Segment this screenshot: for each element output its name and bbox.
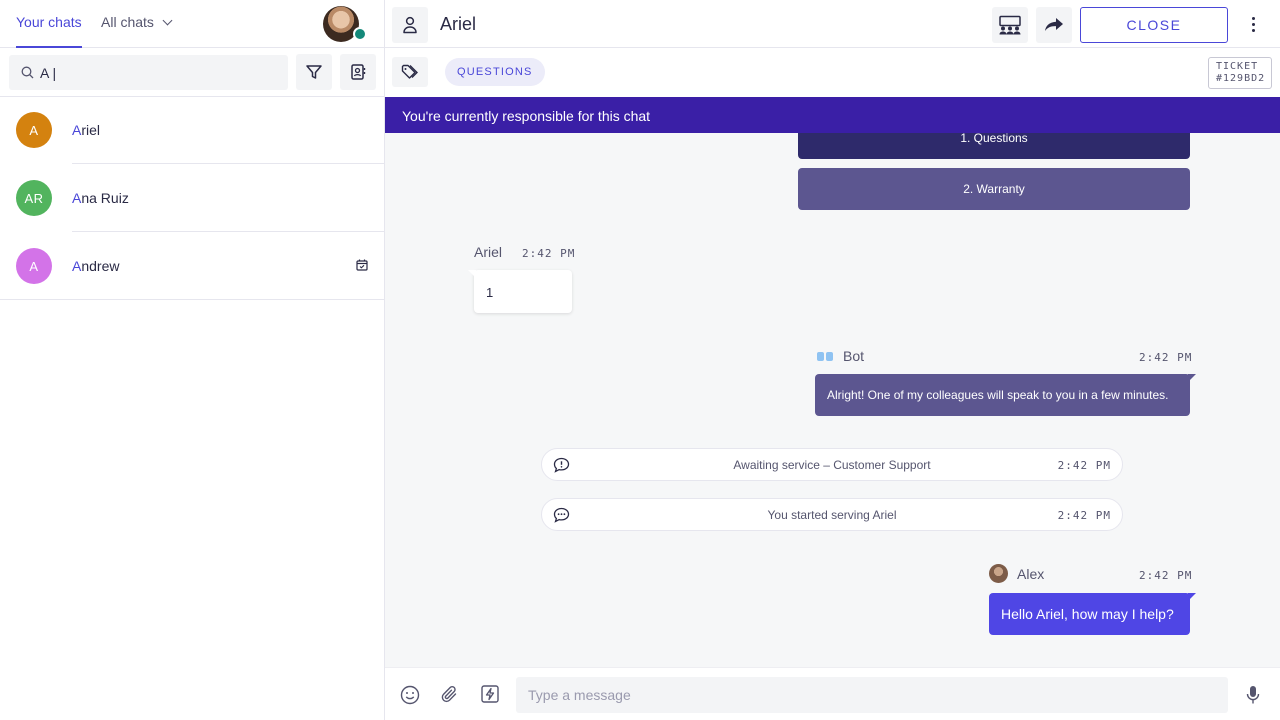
message-composer	[385, 667, 1280, 720]
filter-icon	[306, 65, 322, 79]
message-time: 2:42 PM	[1139, 351, 1193, 364]
ticket-id: #129BD2	[1216, 73, 1266, 84]
tab-all-chats[interactable]: All chats	[101, 14, 173, 30]
emoji-icon[interactable]	[400, 685, 420, 705]
system-event-text: You started serving Ariel	[767, 507, 897, 522]
bot-avatar	[817, 350, 835, 362]
online-status-indicator	[353, 27, 367, 41]
system-event-text: Awaiting service – Customer Support	[733, 457, 931, 472]
tab-your-chats[interactable]: Your chats	[16, 14, 82, 48]
person-icon	[403, 16, 417, 34]
calendar-check-icon	[356, 259, 368, 271]
system-event-time: 2:42 PM	[1057, 509, 1111, 522]
quick-replies-icon[interactable]	[481, 685, 499, 703]
team-transfer-icon	[999, 15, 1021, 35]
message-text: 1	[486, 285, 494, 300]
search-box[interactable]	[9, 55, 288, 90]
filter-button[interactable]	[296, 54, 332, 90]
tag-chip[interactable]: QUESTIONS	[445, 58, 545, 86]
contact-name: Ana Ruiz	[72, 190, 129, 206]
chat-tabs: Your chats All chats	[0, 0, 384, 48]
customer-message-bubble: 1	[468, 270, 572, 313]
search-input[interactable]	[40, 64, 270, 81]
agent-name: Alex	[1017, 566, 1045, 582]
ticket-label: TICKET	[1216, 61, 1259, 72]
tab-your-chats-label: Your chats	[16, 14, 82, 30]
conversation-title: Ariel	[440, 14, 477, 34]
system-event: Awaiting service – Customer Support 2:42…	[541, 448, 1123, 481]
responsibility-banner: You're currently responsible for this ch…	[385, 97, 1280, 133]
message-time: 2:42 PM	[1139, 569, 1193, 582]
customer-name: Ariel	[474, 244, 503, 260]
sidebar: Your chats All chats A Ariel AR Ana Rui	[0, 0, 385, 720]
forward-icon	[1045, 18, 1063, 31]
system-event-time: 2:42 PM	[1057, 459, 1111, 472]
close-chat-label: CLOSE	[1126, 17, 1182, 33]
tags-icon	[401, 64, 418, 79]
tag-button[interactable]	[392, 57, 428, 87]
forward-button[interactable]	[1036, 7, 1072, 43]
contact-avatar: AR	[16, 180, 52, 216]
tag-chip-label: QUESTIONS	[457, 66, 533, 78]
contacts-button[interactable]	[340, 54, 376, 90]
bot-name: Bot	[843, 348, 865, 364]
search-icon	[21, 66, 34, 79]
system-event: You started serving Ariel 2:42 PM	[541, 498, 1123, 531]
transfer-team-button[interactable]	[992, 7, 1028, 43]
quick-reply-option[interactable]: 1. Questions	[798, 133, 1190, 159]
more-vertical-icon[interactable]	[1245, 12, 1261, 36]
message-input[interactable]	[516, 677, 1228, 713]
conversation-panel: Ariel CLOSE QUESTIONS TICKET #129BD2 You…	[385, 0, 1280, 720]
attachment-icon[interactable]	[441, 685, 459, 705]
bot-message-bubble: Alright! One of my colleagues will speak…	[815, 374, 1196, 416]
message-list: 1. Questions 2. Warranty Ariel 2:42 PM 1…	[385, 133, 1280, 667]
microphone-icon[interactable]	[1246, 685, 1260, 705]
message-text: Alright! One of my colleagues will speak…	[827, 388, 1169, 402]
option-label: 1. Questions	[960, 133, 1028, 145]
tag-bar: QUESTIONS TICKET #129BD2	[385, 48, 1280, 97]
contact-profile-button[interactable]	[392, 7, 428, 43]
contact-name: Andrew	[72, 258, 120, 274]
chat-list-item[interactable]: A Andrew	[0, 232, 384, 300]
banner-text: You're currently responsible for this ch…	[402, 108, 651, 124]
message-time: 2:42 PM	[522, 247, 576, 260]
conversation-header: Ariel CLOSE	[385, 0, 1280, 48]
contact-avatar: A	[16, 112, 52, 148]
contact-avatar: A	[16, 248, 52, 284]
agent-message-bubble: Hello Ariel, how may I help?	[989, 593, 1196, 635]
chat-list-item[interactable]: A Ariel	[0, 96, 384, 164]
message-text: Hello Ariel, how may I help?	[1001, 606, 1174, 622]
contact-book-icon	[351, 64, 366, 80]
chat-app: Your chats All chats A Ariel AR Ana Rui	[0, 0, 1280, 720]
option-label: 2. Warranty	[963, 182, 1025, 196]
tab-all-chats-label: All chats	[101, 14, 154, 30]
close-chat-button[interactable]: CLOSE	[1080, 7, 1228, 43]
chat-list-item[interactable]: AR Ana Ruiz	[0, 164, 384, 232]
ticket-badge[interactable]: TICKET #129BD2	[1208, 57, 1272, 89]
chevron-down-icon	[162, 15, 173, 25]
quick-reply-option[interactable]: 2. Warranty	[798, 168, 1190, 210]
agent-avatar	[989, 564, 1008, 583]
contact-name: Ariel	[72, 122, 101, 138]
